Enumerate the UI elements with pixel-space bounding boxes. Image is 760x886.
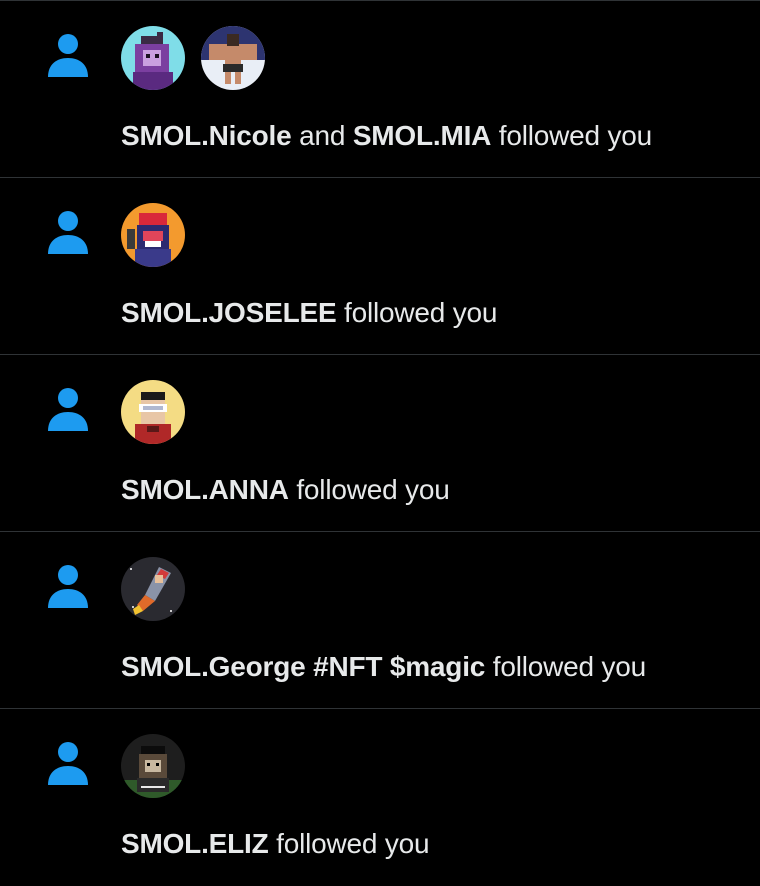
user-name-link[interactable]: SMOL.Nicole [121, 120, 292, 151]
dark-ape-avatar[interactable] [121, 734, 185, 798]
muscle-man-avatar[interactable] [201, 26, 265, 90]
action-text: followed you [344, 297, 498, 328]
avatar-group [121, 203, 185, 267]
rocket-avatar[interactable] [121, 557, 185, 621]
notification-text: SMOL.ANNA followed you [121, 473, 450, 507]
user-name-link[interactable]: SMOL.ELIZ [121, 828, 269, 859]
notification-item[interactable]: SMOL.JOSELEE followed you [0, 178, 760, 355]
person-icon [48, 742, 88, 785]
person-icon [48, 211, 88, 254]
notification-text: SMOL.Nicole and SMOL.MIA followed you [121, 119, 652, 153]
connector-text: and [299, 120, 346, 151]
notification-item[interactable]: SMOL.ELIZ followed you [0, 709, 760, 886]
person-icon [48, 565, 88, 608]
person-icon [48, 388, 88, 431]
action-text: followed you [296, 474, 450, 505]
avatar-group [121, 734, 185, 798]
purple-ape-avatar[interactable] [121, 26, 185, 90]
person-icon [48, 34, 88, 77]
red-ape-avatar[interactable] [121, 203, 185, 267]
avatar-group [121, 380, 185, 444]
vr-headset-avatar[interactable] [121, 380, 185, 444]
notification-text: SMOL.George #NFT $magic followed you [121, 650, 646, 684]
notification-text: SMOL.JOSELEE followed you [121, 296, 497, 330]
user-name-link[interactable]: SMOL.MIA [353, 120, 492, 151]
action-text: followed you [498, 120, 653, 151]
user-name-link[interactable]: SMOL.ANNA [121, 474, 289, 505]
action-text: followed you [276, 828, 430, 859]
notification-text: SMOL.ELIZ followed you [121, 827, 430, 861]
notification-item[interactable]: SMOL.George #NFT $magic followed you [0, 532, 760, 709]
avatar-group [121, 26, 265, 90]
user-name-link[interactable]: SMOL.George #NFT $magic [121, 651, 485, 682]
user-name-link[interactable]: SMOL.JOSELEE [121, 297, 337, 328]
action-text: followed you [492, 651, 647, 682]
notification-item[interactable]: SMOL.ANNA followed you [0, 355, 760, 532]
notifications-feed: SMOL.Nicole and SMOL.MIA followed you SM… [0, 0, 760, 878]
avatar-group [121, 557, 185, 621]
notification-item[interactable]: SMOL.Nicole and SMOL.MIA followed you [0, 1, 760, 178]
